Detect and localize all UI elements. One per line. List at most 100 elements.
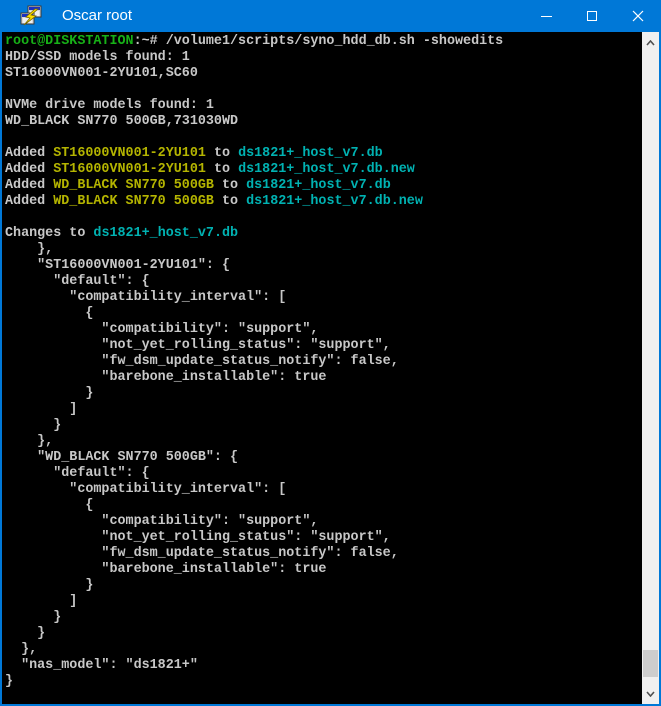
terminal-text-segment: Added [5, 162, 53, 177]
terminal-text-segment: "barebone_installable": true [5, 562, 326, 577]
terminal-text-segment: WD_BLACK SN770 500GB,731030WD [5, 114, 238, 129]
terminal-line: "default": { [5, 274, 642, 290]
terminal-text-segment: "barebone_installable": true [5, 370, 326, 385]
terminal-line [5, 82, 642, 98]
terminal-line: { [5, 306, 642, 322]
terminal-text-segment: "compatibility": "support", [5, 322, 318, 337]
chevron-up-icon [646, 40, 655, 46]
minimize-icon [541, 16, 552, 17]
terminal-line: "not_yet_rolling_status": "support", [5, 530, 642, 546]
terminal-text-segment: "not_yet_rolling_status": "support", [5, 530, 391, 545]
scrollbar[interactable] [642, 32, 659, 704]
terminal-line [5, 210, 642, 226]
scroll-up-button[interactable] [642, 34, 659, 51]
terminal-text-segment: ds1821+_host_v7.db [238, 146, 383, 161]
terminal-line: "compatibility_interval": [ [5, 482, 642, 498]
terminal-text-segment: to [214, 178, 246, 193]
window-title: Oscar root [62, 0, 132, 32]
terminal-line: } [5, 578, 642, 594]
terminal-line: Added ST16000VN001-2YU101 to ds1821+_hos… [5, 162, 642, 178]
terminal-text-segment: { [5, 306, 93, 321]
terminal-line: }, [5, 434, 642, 450]
terminal-line: root@DISKSTATION:~# /volume1/scripts/syn… [5, 34, 642, 50]
terminal-line: "WD_BLACK SN770 500GB": { [5, 450, 642, 466]
terminal-screen[interactable]: root@DISKSTATION:~# /volume1/scripts/syn… [2, 32, 642, 704]
terminal-text-segment: ds1821+_host_v7.db.new [246, 194, 423, 209]
terminal-text-segment: to [206, 146, 238, 161]
terminal-text-segment: Added [5, 194, 53, 209]
terminal-text-segment: } [5, 386, 93, 401]
terminal-text-segment: to [214, 194, 246, 209]
terminal-text-segment: } [5, 674, 13, 689]
titlebar[interactable]: Oscar root [0, 0, 661, 32]
terminal-line: "ST16000VN001-2YU101": { [5, 258, 642, 274]
terminal-window-body: root@DISKSTATION:~# /volume1/scripts/syn… [2, 32, 659, 704]
terminal-text-segment: "fw_dsm_update_status_notify": false, [5, 546, 399, 561]
terminal-line: } [5, 610, 642, 626]
scroll-down-button[interactable] [642, 685, 659, 702]
terminal-line: { [5, 498, 642, 514]
terminal-line: "nas_model": "ds1821+" [5, 658, 642, 674]
caption-buttons [523, 0, 661, 32]
terminal-line [5, 130, 642, 146]
terminal-line: HDD/SSD models found: 1 [5, 50, 642, 66]
terminal-text-segment: Added [5, 146, 53, 161]
terminal-text-segment: ST16000VN001-2YU101 [53, 162, 206, 177]
scrollbar-thumb[interactable] [643, 650, 658, 677]
terminal-line: "barebone_installable": true [5, 370, 642, 386]
terminal-line: Changes to ds1821+_host_v7.db [5, 226, 642, 242]
close-icon [632, 10, 644, 22]
terminal-text-segment: "WD_BLACK SN770 500GB": { [5, 450, 238, 465]
terminal-line: }, [5, 242, 642, 258]
terminal-text-segment: WD_BLACK SN770 500GB [53, 194, 214, 209]
terminal-line: } [5, 626, 642, 642]
terminal-line: "not_yet_rolling_status": "support", [5, 338, 642, 354]
maximize-button[interactable] [569, 0, 615, 32]
terminal-text-segment: Added [5, 178, 53, 193]
terminal-line: Added WD_BLACK SN770 500GB to ds1821+_ho… [5, 194, 642, 210]
maximize-icon [587, 11, 597, 21]
terminal-text-segment: NVMe drive models found: 1 [5, 98, 214, 113]
terminal-line: "fw_dsm_update_status_notify": false, [5, 354, 642, 370]
terminal-text-segment: ST16000VN001-2YU101,SC60 [5, 66, 198, 81]
terminal-line: ] [5, 402, 642, 418]
terminal-text-segment: HDD/SSD models found: 1 [5, 50, 190, 65]
terminal-text-segment: ] [5, 594, 77, 609]
terminal-text-segment: { [5, 498, 93, 513]
terminal-text-segment: :~# /volume1/scripts/syno_hdd_db.sh -sho… [134, 34, 504, 49]
terminal-text-segment: "fw_dsm_update_status_notify": false, [5, 354, 399, 369]
terminal-text-segment: } [5, 418, 61, 433]
terminal-line: "compatibility": "support", [5, 514, 642, 530]
terminal-line: NVMe drive models found: 1 [5, 98, 642, 114]
terminal-text-segment: }, [5, 242, 53, 257]
terminal-text-segment: } [5, 626, 45, 641]
terminal-text-segment: } [5, 610, 61, 625]
close-button[interactable] [615, 0, 661, 32]
terminal-text-segment: "default": { [5, 466, 150, 481]
terminal-line: WD_BLACK SN770 500GB,731030WD [5, 114, 642, 130]
terminal-text-segment: "not_yet_rolling_status": "support", [5, 338, 391, 353]
terminal-line: ] [5, 594, 642, 610]
terminal-text-segment: "nas_model": "ds1821+" [5, 658, 198, 673]
minimize-button[interactable] [523, 0, 569, 32]
terminal-text-segment: "compatibility_interval": [ [5, 482, 286, 497]
terminal-text-segment: "ST16000VN001-2YU101": { [5, 258, 230, 273]
terminal-line: "default": { [5, 466, 642, 482]
terminal-text-segment: ds1821+_host_v7.db.new [238, 162, 415, 177]
terminal-text-segment: }, [5, 642, 37, 657]
terminal-line: "compatibility": "support", [5, 322, 642, 338]
terminal-text-segment: to [206, 162, 238, 177]
terminal-line: } [5, 386, 642, 402]
terminal-line: "compatibility_interval": [ [5, 290, 642, 306]
terminal-text-segment: "compatibility": "support", [5, 514, 318, 529]
terminal-text-segment: root@DISKSTATION [5, 34, 134, 49]
terminal-text-segment: ] [5, 402, 77, 417]
putty-app-icon [20, 5, 42, 27]
terminal-text-segment: ST16000VN001-2YU101 [53, 146, 206, 161]
terminal-line: Added ST16000VN001-2YU101 to ds1821+_hos… [5, 146, 642, 162]
terminal-text-segment: Changes to [5, 226, 93, 241]
chevron-down-icon [646, 691, 655, 697]
terminal-text-segment: WD_BLACK SN770 500GB [53, 178, 214, 193]
terminal-line: "fw_dsm_update_status_notify": false, [5, 546, 642, 562]
terminal-line: }, [5, 642, 642, 658]
